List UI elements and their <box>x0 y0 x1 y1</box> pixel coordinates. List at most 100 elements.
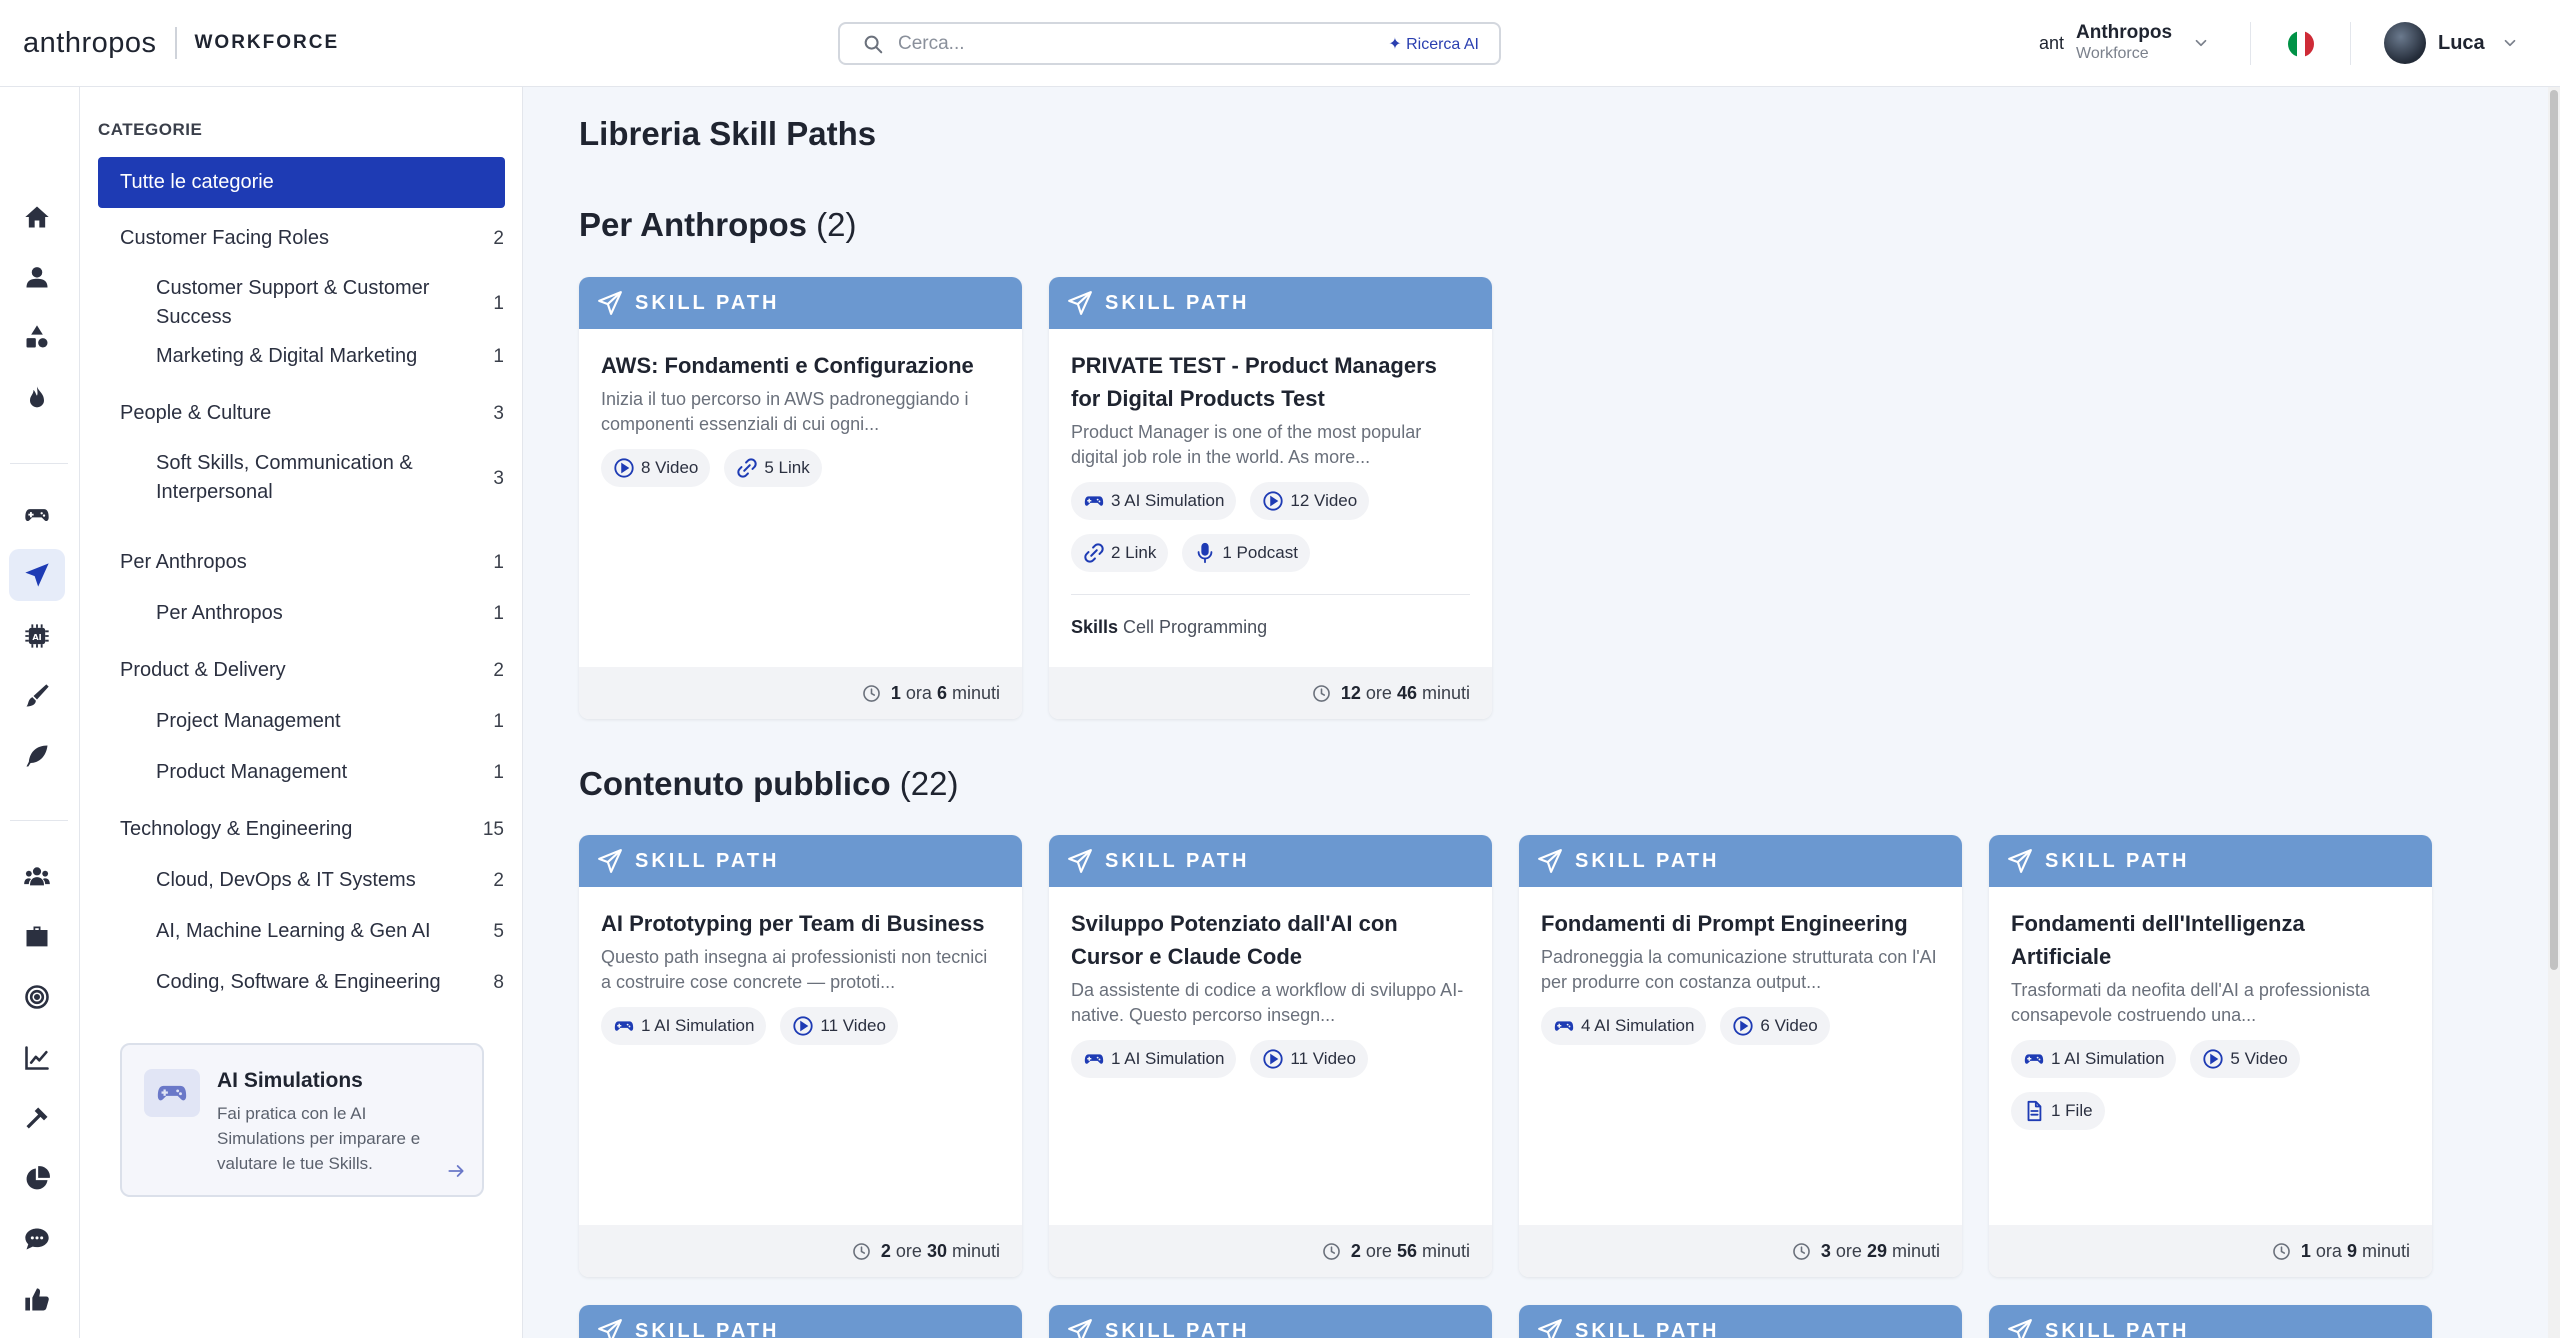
send-icon <box>2008 849 2032 873</box>
sim-card-title: AI Simulations <box>217 1069 363 1092</box>
skill-path-card[interactable]: SKILL PATH Sviluppo Potenziato dall'AI co… <box>1049 835 1492 1277</box>
send-icon <box>1068 291 1092 315</box>
card-tag: SKILL PATH <box>635 1319 780 1338</box>
team-icon[interactable] <box>9 850 65 902</box>
card-title: Sviluppo Potenziato dall'AI con Cursor e… <box>1071 911 1398 969</box>
clock-icon <box>1323 1242 1340 1260</box>
send-icon[interactable] <box>9 549 65 601</box>
category-subitem[interactable]: Per Anthropos 1 <box>156 599 504 628</box>
hammer-icon[interactable] <box>9 1092 65 1144</box>
link-icon <box>736 457 764 479</box>
thumbs-up-icon[interactable] <box>9 1274 65 1326</box>
category-subitem[interactable]: Cloud, DevOps & IT Systems 2 <box>156 866 504 895</box>
card-header: SKILL PATH <box>1049 277 1492 329</box>
video-icon <box>792 1015 820 1037</box>
card-title: Fondamenti dell'Intelligenza Artificiale <box>2011 911 2305 969</box>
category-sidebar: CATEGORIE Tutte le categorie Customer Fa… <box>80 87 523 1338</box>
card-chips: 8 Video 5 Link <box>601 449 1000 501</box>
top-bar: anthropos WORKFORCE ✦ Ricerca AI ant Ant… <box>0 0 2560 87</box>
card-description: Product Manager is one of the most popul… <box>1071 422 1422 467</box>
skill-path-card[interactable]: SKILL PATH <box>1519 1305 1962 1338</box>
card-chips: 4 AI Simulation 6 Video <box>1541 1007 1940 1059</box>
card-skills: Skills Cell Programming <box>1071 594 1470 638</box>
card-chips: 3 AI Simulation 12 Video 2 Link 1 Podcast <box>1071 482 1470 586</box>
skill-path-card[interactable]: SKILL PATH AWS: Fondamenti e Configurazio… <box>579 277 1022 719</box>
target-icon[interactable] <box>9 971 65 1023</box>
category-item[interactable]: Technology & Engineering 15 <box>120 815 504 844</box>
shapes-icon[interactable] <box>9 311 65 363</box>
card-header: SKILL PATH <box>579 277 1022 329</box>
category-item[interactable]: Product & Delivery 2 <box>120 656 504 685</box>
gamepad-icon <box>1553 1015 1581 1037</box>
pie-icon[interactable] <box>9 1153 65 1205</box>
card-header: SKILL PATH <box>1989 1305 2432 1338</box>
search-input[interactable] <box>898 32 1358 55</box>
fire-icon[interactable] <box>9 372 65 424</box>
card-tag: SKILL PATH <box>2045 849 2190 872</box>
category-item[interactable]: Customer Facing Roles 2 <box>120 224 504 253</box>
brand-divider <box>174 27 177 59</box>
user-menu[interactable]: Luca <box>2384 22 2519 64</box>
category-subitem[interactable]: Soft Skills, Communication & Interperson… <box>156 449 504 507</box>
section-title: Per Anthropos (2) <box>579 206 857 243</box>
page-title: Libreria Skill Paths <box>579 115 877 152</box>
clock-icon <box>2273 1242 2290 1260</box>
chart-icon[interactable] <box>9 1032 65 1084</box>
org-switcher[interactable]: ant Anthropos Workforce <box>2039 22 2210 64</box>
gamepad-icon <box>2023 1048 2051 1070</box>
skill-path-card[interactable]: SKILL PATH <box>1989 1305 2432 1338</box>
home-icon[interactable] <box>9 191 65 243</box>
card-header: SKILL PATH <box>1049 835 1492 887</box>
content-chip: 11 Video <box>780 1007 898 1045</box>
category-subitem[interactable]: AI, Machine Learning & Gen AI 5 <box>156 917 504 946</box>
feather-icon[interactable] <box>9 730 65 782</box>
user-icon[interactable] <box>9 251 65 303</box>
skill-path-card[interactable]: SKILL PATH AI Prototyping per Team di Bus… <box>579 835 1022 1277</box>
skill-path-card[interactable]: SKILL PATH <box>579 1305 1022 1338</box>
chat-icon[interactable] <box>9 1213 65 1265</box>
category-all[interactable]: Tutte le categorie <box>98 157 505 208</box>
content-chip: 4 AI Simulation <box>1541 1007 1707 1045</box>
content-chip: 1 AI Simulation <box>1071 1040 1237 1078</box>
clock-icon <box>863 684 880 702</box>
scrollbar-thumb[interactable] <box>2550 90 2558 970</box>
arrow-right-icon <box>448 1165 464 1177</box>
category-item[interactable]: Per Anthropos 1 <box>120 548 504 577</box>
card-tag: SKILL PATH <box>635 849 780 872</box>
content-chip: 12 Video <box>1250 482 1370 520</box>
brand-logo[interactable]: anthropos WORKFORCE <box>23 26 339 60</box>
skill-path-card[interactable]: SKILL PATH Fondamenti di Prompt Engineeri… <box>1519 835 1962 1277</box>
card-duration: 1 ora 9 minuti <box>1989 1225 2432 1277</box>
category-subitem[interactable]: Coding, Software & Engineering 8 <box>156 968 504 997</box>
ai-simulations-card[interactable]: AI Simulations Fai pratica con le AI Sim… <box>120 1043 484 1197</box>
card-duration: 2 ore 30 minuti <box>579 1225 1022 1277</box>
category-subitem[interactable]: Marketing & Digital Marketing 1 <box>156 342 504 371</box>
brush-icon[interactable] <box>9 670 65 722</box>
file-icon <box>2023 1100 2051 1122</box>
link-icon <box>1083 542 1111 564</box>
send-icon <box>1538 1319 1562 1338</box>
main-content: Libreria Skill Paths Per Anthropos (2) C… <box>524 87 2560 1338</box>
briefcase-icon[interactable] <box>9 911 65 963</box>
skill-path-card[interactable]: SKILL PATH PRIVATE TEST - Product Manager… <box>1049 277 1492 719</box>
card-tag: SKILL PATH <box>1575 849 1720 872</box>
org-logo: ant <box>2039 32 2065 53</box>
user-name: Luca <box>2438 31 2485 54</box>
skill-path-card[interactable]: SKILL PATH <box>1049 1305 1492 1338</box>
video-icon <box>613 457 641 479</box>
ai-chip-icon[interactable]: AI <box>9 610 65 662</box>
send-icon <box>1068 1319 1092 1338</box>
category-subitem[interactable]: Product Management 1 <box>156 758 504 787</box>
italian-flag-icon[interactable] <box>2288 31 2314 57</box>
gamepad-icon[interactable] <box>9 489 65 541</box>
category-subitem[interactable]: Customer Support & Customer Success 1 <box>156 274 504 332</box>
card-header: SKILL PATH <box>1049 1305 1492 1338</box>
content-chip: 1 AI Simulation <box>2011 1040 2177 1078</box>
content-chip: 3 AI Simulation <box>1071 482 1237 520</box>
content-chip: 6 Video <box>1720 1007 1830 1045</box>
category-item[interactable]: People & Culture 3 <box>120 399 504 428</box>
skill-path-card[interactable]: SKILL PATH Fondamenti dell'Intelligenza A… <box>1989 835 2432 1277</box>
category-heading: CATEGORIE <box>98 120 203 139</box>
category-subitem[interactable]: Project Management 1 <box>156 707 504 736</box>
ai-search-button[interactable]: ✦ Ricerca AI <box>1388 34 1479 54</box>
